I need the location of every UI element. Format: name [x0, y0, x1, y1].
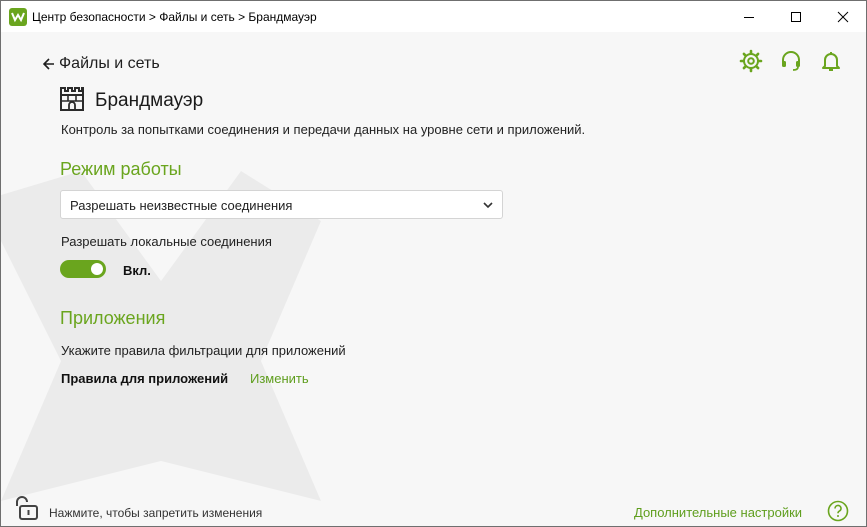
window-title: Центр безопасности > Файлы и сеть > Бран…: [32, 10, 317, 24]
local-connections-toggle[interactable]: [60, 260, 106, 278]
unlocked-lock-icon[interactable]: [14, 495, 42, 521]
toggle-state-label: Вкл.: [123, 263, 151, 278]
app-logo-icon: [9, 8, 27, 26]
help-icon[interactable]: [827, 500, 849, 522]
app-window: Центр безопасности > Файлы и сеть > Бран…: [0, 0, 867, 527]
gear-icon[interactable]: [739, 49, 763, 73]
minimize-icon: [744, 16, 754, 18]
title-bar: Центр безопасности > Файлы и сеть > Бран…: [1, 1, 866, 32]
bell-icon[interactable]: [819, 49, 843, 73]
app-rules-label: Правила для приложений: [61, 371, 229, 386]
maximize-button[interactable]: [773, 1, 819, 32]
apps-section-title: Приложения: [60, 308, 166, 328]
close-button[interactable]: [820, 1, 866, 32]
mode-section-title: Режим работы: [60, 159, 182, 179]
page-description: Контроль за попытками соединения и перед…: [61, 122, 586, 137]
apps-hint: Укажите правила фильтрации для приложени…: [61, 343, 346, 358]
back-link[interactable]: Файлы и сеть: [43, 55, 160, 73]
arrow-left-icon: [43, 58, 54, 70]
chevron-down-icon: [483, 202, 493, 209]
back-link-label: Файлы и сеть: [59, 55, 160, 72]
firewall-tower-icon: [60, 87, 84, 111]
advanced-settings-link[interactable]: Дополнительные настройки: [634, 505, 802, 520]
mode-dropdown[interactable]: Разрешать неизвестные соединения: [60, 190, 503, 219]
close-icon: [837, 11, 849, 22]
headset-icon[interactable]: [779, 49, 803, 73]
maximize-icon: [791, 11, 801, 22]
page-title: Брандмауэр: [95, 90, 204, 111]
lock-settings-text[interactable]: Нажмите, чтобы запретить изменения: [49, 506, 262, 520]
change-rules-link[interactable]: Изменить: [250, 371, 309, 386]
toggle-knob: [91, 263, 103, 275]
local-connections-label: Разрешать локальные соединения: [61, 234, 272, 249]
mode-dropdown-value: Разрешать неизвестные соединения: [70, 198, 293, 213]
minimize-button[interactable]: [726, 1, 772, 32]
